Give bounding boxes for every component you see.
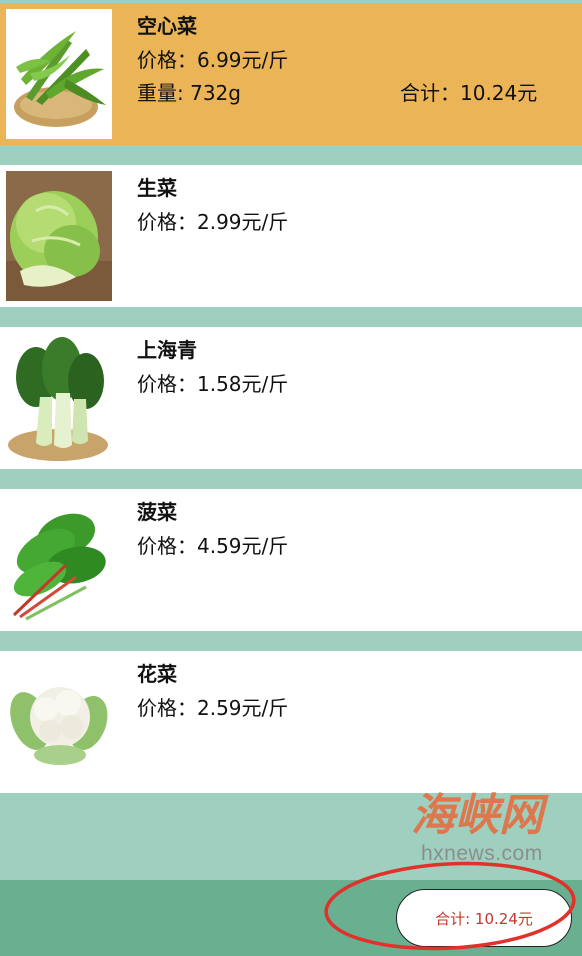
product-name: 空心菜	[137, 14, 197, 38]
app-screen: 空心菜 价格：6.99元/斤 重量: 732g 合计：10.24元 生菜 价格：…	[0, 0, 582, 956]
product-item-lettuce[interactable]: 生菜 价格：2.99元/斤	[0, 165, 582, 307]
bok-choy-photo	[6, 333, 112, 463]
spinach-photo	[6, 495, 112, 625]
product-name: 花菜	[137, 662, 177, 686]
product-price: 价格：4.59元/斤	[137, 534, 289, 558]
watermark: 海峡网 hxnews.com	[405, 784, 575, 874]
product-item-bok-choy[interactable]: 上海青 价格：1.58元/斤	[0, 327, 582, 469]
cauliflower-photo	[6, 657, 112, 787]
water-spinach-photo	[6, 9, 112, 139]
product-subtotal: 合计：10.24元	[400, 81, 538, 105]
product-price: 价格：1.58元/斤	[137, 372, 289, 396]
product-price: 价格：2.59元/斤	[137, 696, 289, 720]
product-item-spinach[interactable]: 菠菜 价格：4.59元/斤	[0, 489, 582, 631]
product-price: 价格：2.99元/斤	[137, 210, 289, 234]
bottom-bar: 合计: 10.24元	[0, 880, 582, 956]
product-item-cauliflower[interactable]: 花菜 价格：2.59元/斤	[0, 651, 582, 793]
product-price: 价格：6.99元/斤	[137, 48, 289, 72]
product-name: 生菜	[137, 176, 177, 200]
product-name: 上海青	[137, 338, 197, 362]
lettuce-photo	[6, 171, 112, 301]
product-weight: 重量: 732g	[137, 81, 241, 105]
total-button[interactable]: 合计: 10.24元	[396, 889, 572, 947]
watermark-url: hxnews.com	[421, 842, 543, 865]
product-item-water-spinach[interactable]: 空心菜 价格：6.99元/斤 重量: 732g 合计：10.24元	[0, 3, 582, 145]
product-name: 菠菜	[137, 500, 177, 524]
total-label: 合计: 10.24元	[435, 909, 533, 928]
svg-text:海峡网: 海峡网	[411, 790, 549, 840]
